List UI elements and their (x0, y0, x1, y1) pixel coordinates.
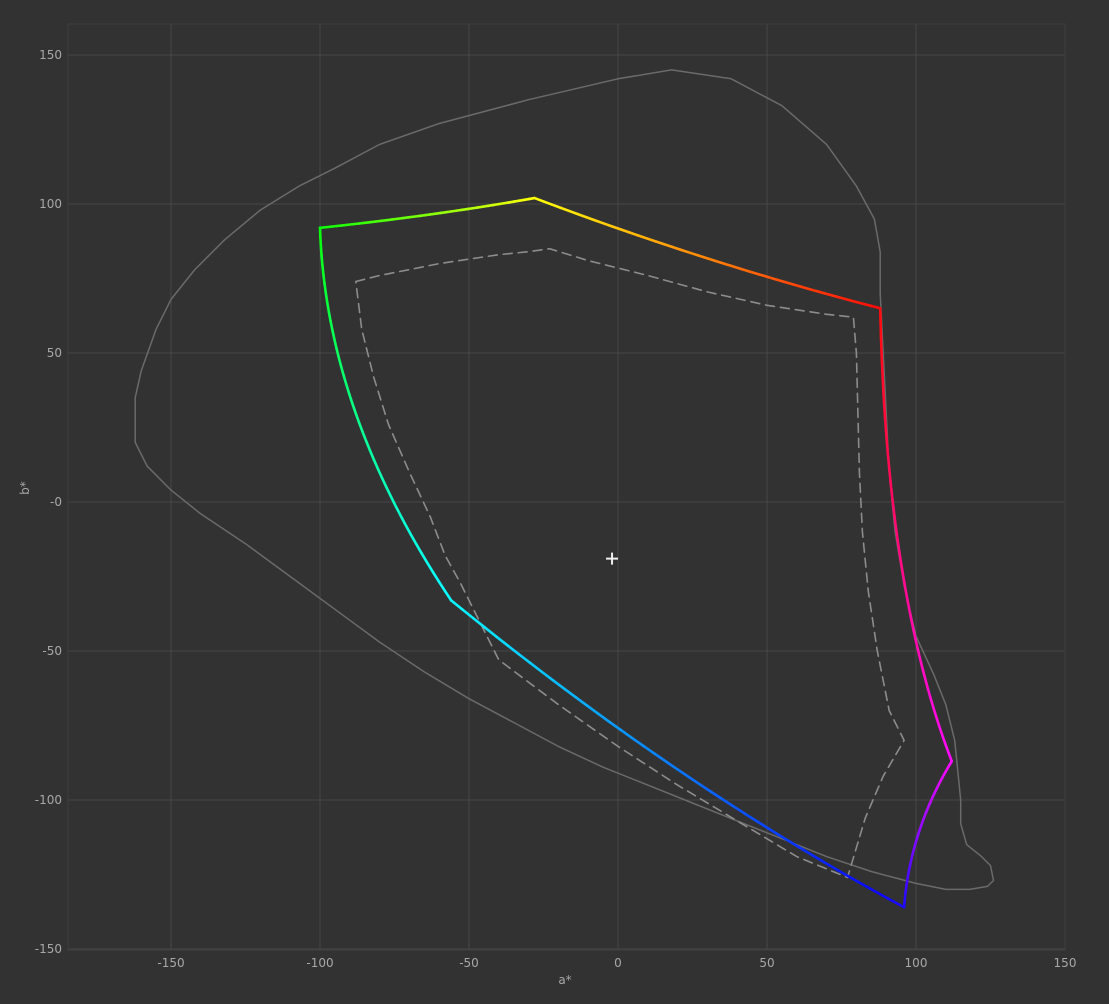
gamut-boundary-segment (329, 319, 334, 331)
x-axis-label: a* (558, 973, 571, 987)
x-tick-label: -50 (459, 956, 479, 970)
y-tick-label: -0 (50, 495, 62, 509)
gamut-boundary-segment (320, 254, 324, 267)
lab-gamut-chart: -150 -100 -50 0 50 100 150 150 100 50 -0 -50 -100 -1… (0, 0, 1109, 1004)
y-tick-label: 50 (47, 346, 62, 360)
gamut-boundary-segment (887, 466, 892, 482)
gamut-boundary-segment (898, 550, 903, 565)
x-tick-label: -150 (157, 956, 184, 970)
gamut-boundary-segment (325, 300, 331, 313)
gamut-boundary-segment (321, 263, 325, 276)
y-axis-label: b* (18, 481, 32, 495)
gamut-boundary-segment (889, 479, 894, 494)
x-tick-label: 100 (905, 956, 928, 970)
gamut-boundary-segment (882, 389, 886, 406)
gamut-boundary-segment (881, 376, 885, 392)
gamut-boundary-segment (880, 362, 884, 379)
gamut-boundary-segment (893, 515, 898, 530)
y-tick-label: 150 (39, 48, 62, 62)
y-tick-label: -100 (35, 793, 62, 807)
gamut-boundary-segment (319, 235, 323, 248)
gamut-boundary-segment (323, 282, 328, 294)
gamut-boundary-segment (891, 503, 896, 518)
y-tick-label: -50 (42, 644, 62, 658)
x-tick-label: 0 (614, 956, 622, 970)
gamut-boundary-segment (894, 527, 899, 542)
gamut-boundary-segment (896, 538, 901, 554)
gamut-boundary-segment (324, 291, 329, 304)
y-tick-label: 100 (39, 197, 62, 211)
x-tick-label: 150 (1054, 956, 1077, 970)
gamut-boundary-segment (886, 454, 891, 470)
gamut-boundary-segment (322, 272, 326, 285)
gamut-boundary-segment (899, 561, 905, 576)
gamut-boundary-segment (884, 428, 889, 445)
x-tick-label: 50 (759, 956, 774, 970)
gamut-boundary-segment (883, 415, 888, 432)
gamut-boundary-segment (880, 348, 884, 366)
gamut-boundary-segment (319, 245, 323, 257)
y-tick-label: -150 (35, 942, 62, 956)
gamut-boundary-segment (885, 441, 890, 457)
x-tick-label: -100 (306, 956, 333, 970)
gamut-boundary-segment (882, 402, 887, 419)
gamut-boundary-segment (327, 309, 332, 322)
gamut-boundary-segment (890, 491, 895, 507)
